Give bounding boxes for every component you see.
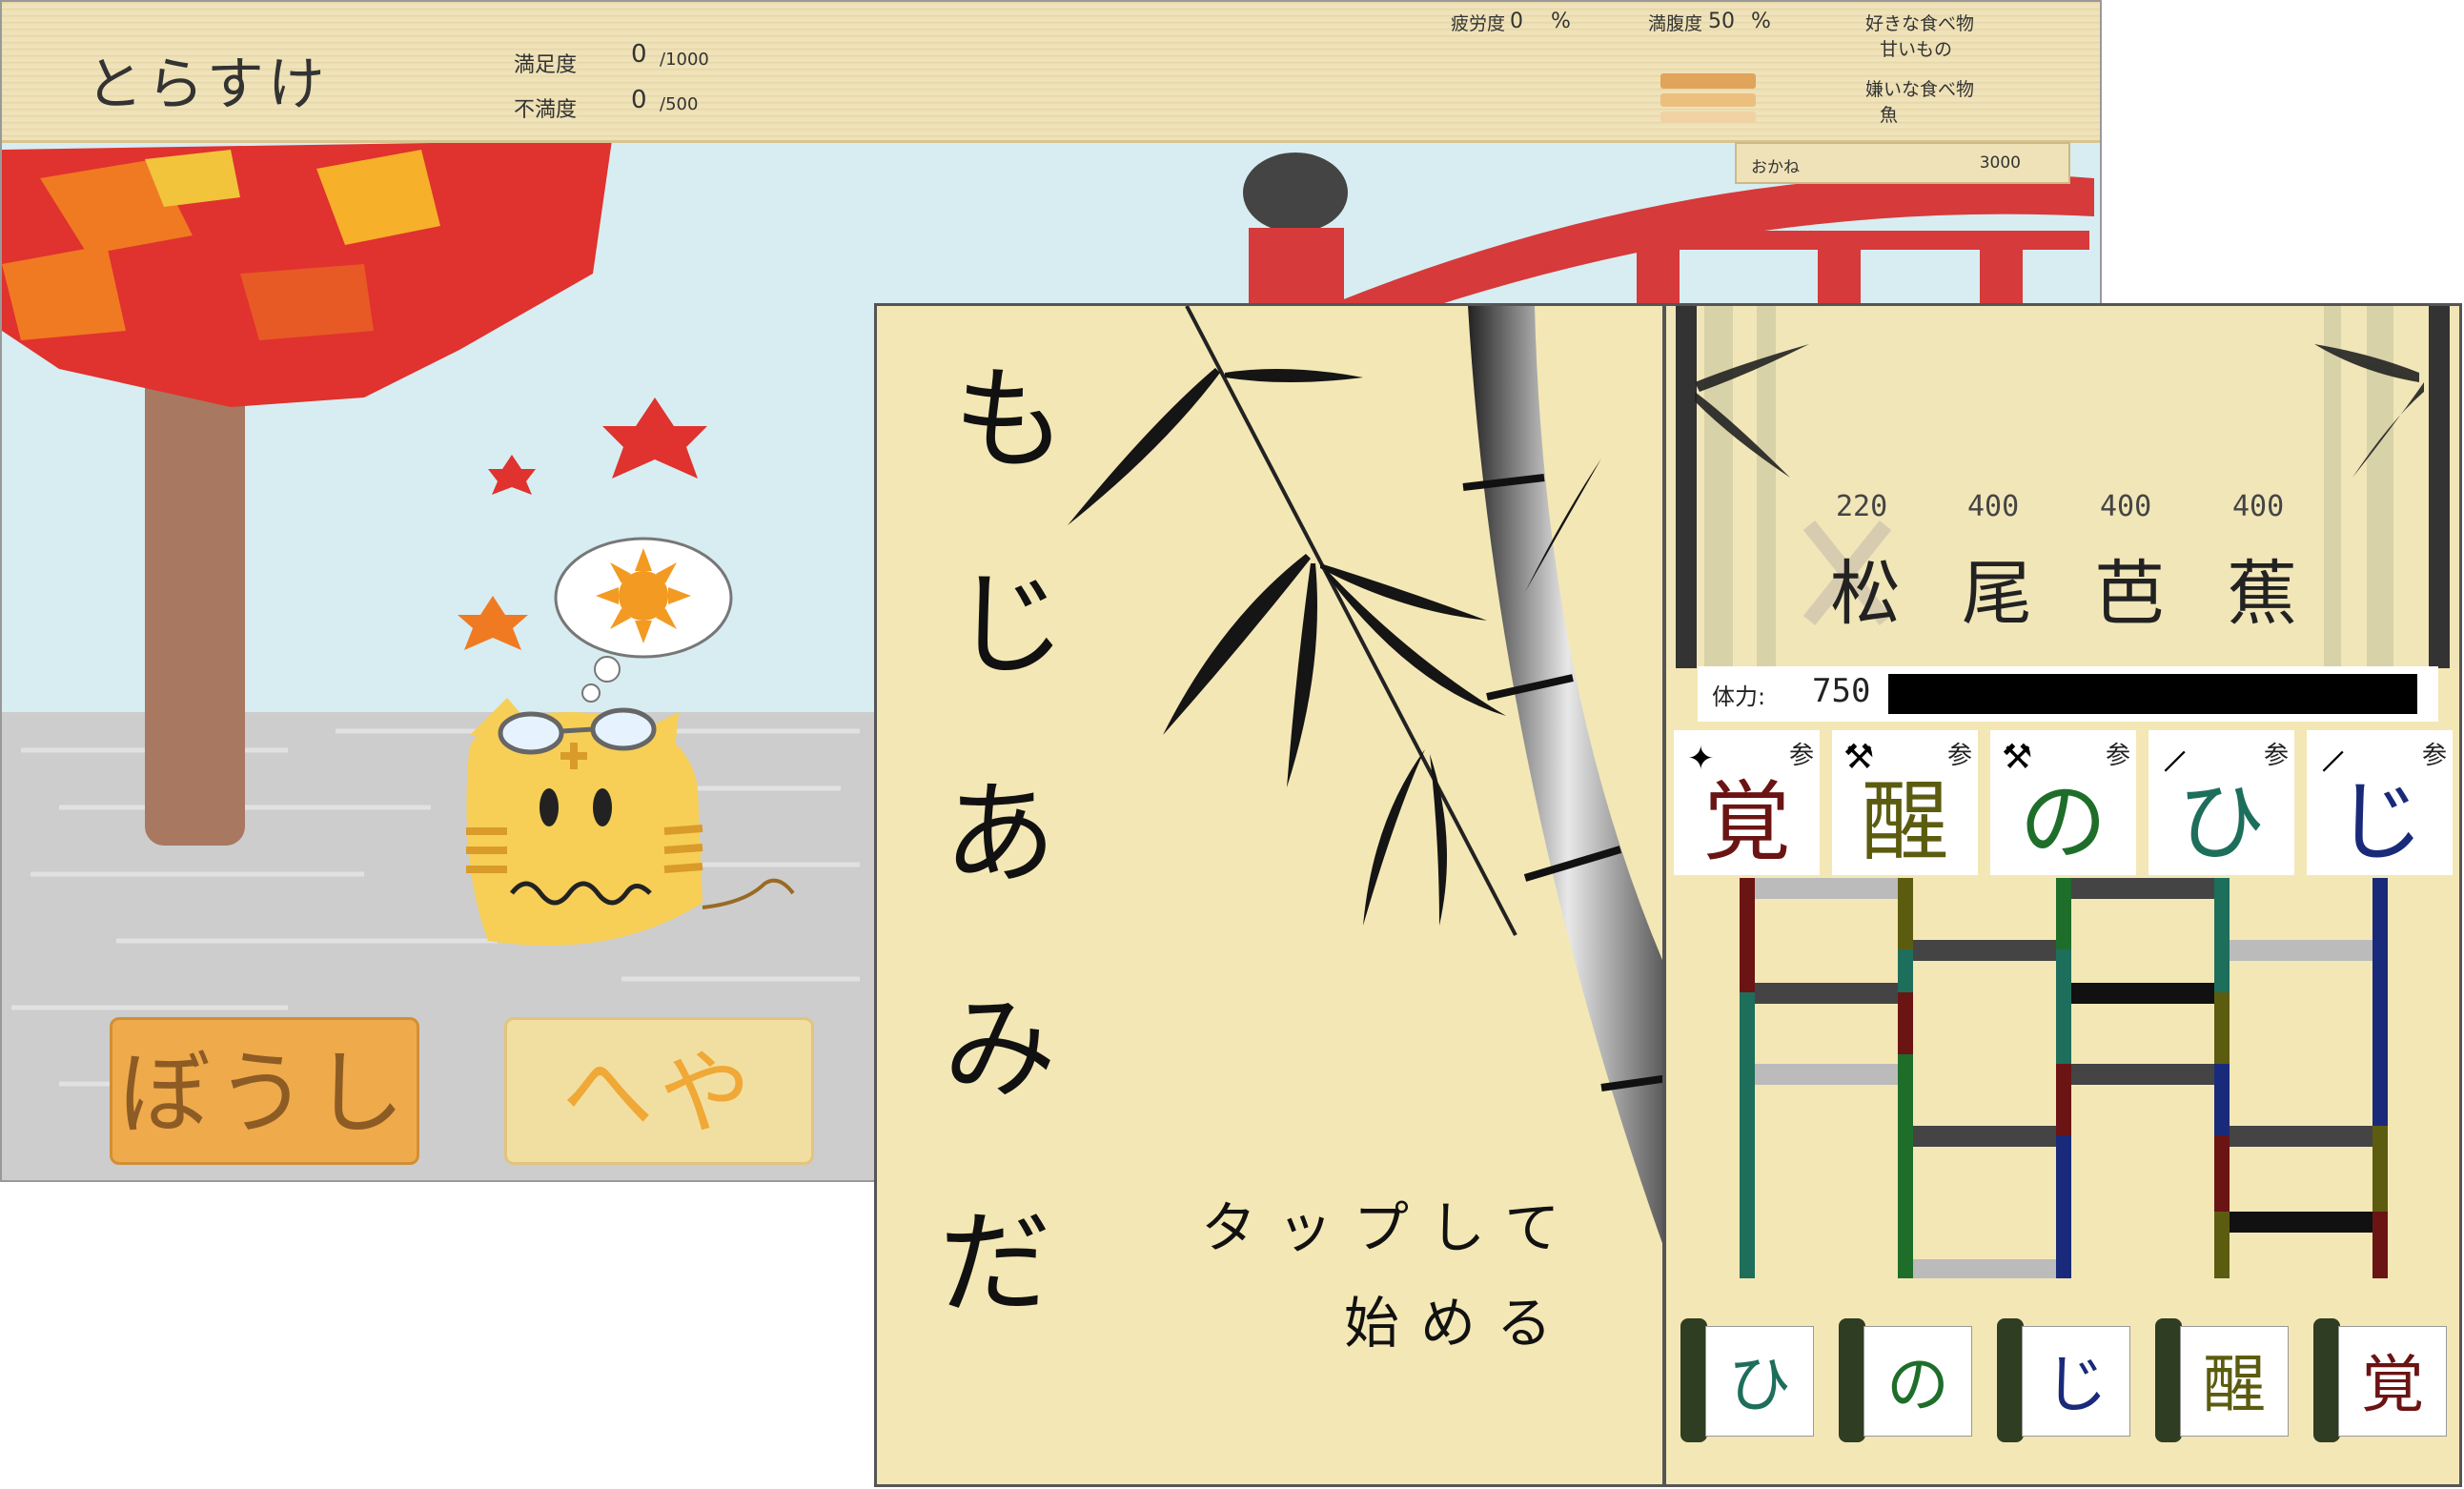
money-display: おかね 3000 xyxy=(1735,142,2070,184)
fullness-bar-segment xyxy=(1660,112,1756,123)
poet-char: 尾 xyxy=(1962,553,2032,635)
maple-leaves xyxy=(2,140,612,407)
char-card[interactable]: — 参 じ xyxy=(2307,730,2453,875)
poet-char: 芭 xyxy=(2094,553,2165,635)
scroll-char: の xyxy=(1886,1348,1949,1421)
scroll-goal[interactable]: 覚 xyxy=(2313,1318,2447,1442)
dissatisfaction-max: /500 xyxy=(660,94,699,114)
poet-cost: 400 xyxy=(2100,490,2152,523)
dissatisfaction-label: 不満度 xyxy=(514,98,578,122)
hp-value: 750 xyxy=(1812,672,1871,710)
poet-cost: 400 xyxy=(2232,490,2285,523)
scroll-goal[interactable]: ひ xyxy=(1680,1318,1814,1442)
tap-to-start-line1[interactable]: タップして xyxy=(1201,1183,1580,1263)
pet-name: とらすけ xyxy=(86,51,329,118)
bamboo-header-art xyxy=(1666,306,2459,668)
poet-char: 松 xyxy=(1830,553,1901,635)
fullness-bar-segment xyxy=(1660,93,1756,107)
fullness-label: 満腹度 xyxy=(1648,13,1703,34)
card-char: 覚 xyxy=(1702,771,1791,873)
likes-value: 甘いもの xyxy=(1880,39,1953,60)
scroll-goal[interactable]: じ xyxy=(1997,1318,2130,1442)
dislikes-value: 魚 xyxy=(1880,105,1899,126)
fullness-value: 50 xyxy=(1708,10,1735,33)
tap-to-start-line2[interactable]: 始める xyxy=(1344,1278,1573,1358)
hp-label: 体力: xyxy=(1712,683,1766,710)
title-char: み xyxy=(944,983,1057,1114)
scroll-char: 覚 xyxy=(2361,1348,2424,1421)
scroll-char: 醒 xyxy=(2203,1348,2266,1421)
dislikes-label: 嫌いな食べ物 xyxy=(1865,79,1975,100)
falling-leaf xyxy=(602,398,707,479)
sun-icon xyxy=(596,548,691,643)
money-value: 3000 xyxy=(1979,153,2021,173)
hp-bar xyxy=(1888,674,2417,714)
thought-bubble xyxy=(554,537,733,703)
fatigue-unit: % xyxy=(1551,10,1571,33)
falling-leaf xyxy=(488,455,536,495)
ladder-game-window: 220 400 400 400 松 尾 芭 蕉 体力: 750 ✦ 参 覚 ⚒ … xyxy=(1663,303,2462,1487)
title-char: だ xyxy=(939,1197,1052,1329)
char-card[interactable]: ⚒ 参 の xyxy=(1990,730,2136,875)
amida-ladder[interactable] xyxy=(1666,878,2462,1278)
dissatisfaction-value: 0 xyxy=(631,86,647,114)
money-label: おかね xyxy=(1751,158,1800,177)
fullness-bar-segment xyxy=(1660,73,1756,89)
scroll-goal[interactable]: の xyxy=(1839,1318,1972,1442)
scroll-char: ひ xyxy=(1728,1348,1791,1421)
satisfaction-value: 0 xyxy=(631,40,647,69)
title-char: あ xyxy=(944,768,1057,900)
room-button[interactable]: へや xyxy=(504,1017,814,1165)
satisfaction-label: 満足度 xyxy=(514,53,578,77)
likes-label: 好きな食べ物 xyxy=(1865,13,1975,34)
satisfaction-max: /1000 xyxy=(660,50,709,70)
card-char: の xyxy=(2019,771,2108,873)
hat-button[interactable]: ぼうし xyxy=(110,1017,419,1165)
poet-cost: 220 xyxy=(1836,490,1888,523)
card-char: じ xyxy=(2335,771,2424,873)
bamboo-stalk xyxy=(1462,306,1662,1244)
scroll-goal[interactable]: 醒 xyxy=(2155,1318,2289,1442)
scroll-char: じ xyxy=(2045,1348,2108,1421)
card-char: ひ xyxy=(2177,771,2266,873)
card-char: 醒 xyxy=(1861,771,1949,873)
fatigue-value: 0 xyxy=(1510,10,1523,33)
fatigue-label: 疲労度 xyxy=(1451,13,1506,34)
fullness-unit: % xyxy=(1751,10,1771,33)
poet-cost: 400 xyxy=(1967,490,2020,523)
hp-row: 体力: 750 xyxy=(1698,666,2438,722)
char-card[interactable]: ✦ 参 覚 xyxy=(1674,730,1820,875)
falling-leaf xyxy=(458,596,528,650)
char-card[interactable]: — 参 ひ xyxy=(2148,730,2294,875)
title-char: じ xyxy=(953,559,1067,690)
char-card[interactable]: ⚒ 参 醒 xyxy=(1832,730,1978,875)
poet-char: 蕉 xyxy=(2227,553,2297,635)
title-char: も xyxy=(953,354,1067,485)
title-screen-window[interactable]: も じ あ み だ タップして 始める xyxy=(874,303,1665,1487)
